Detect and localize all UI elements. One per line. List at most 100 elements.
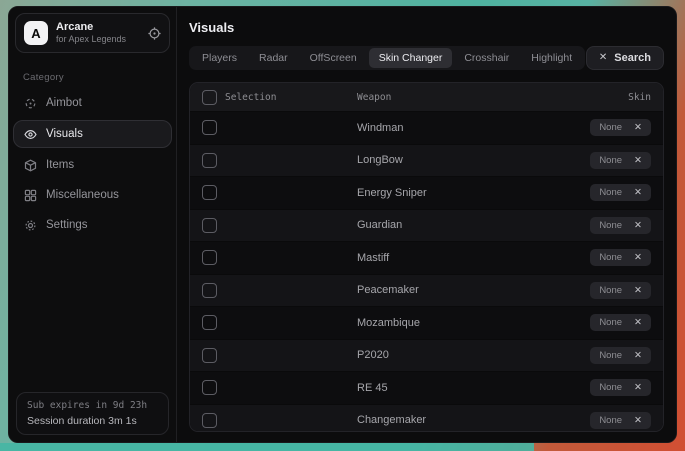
sidebar: A Arcane for Apex Legends Category Aimb (9, 7, 177, 442)
sub-expiry-text: Sub expires in 9d 23h (27, 400, 158, 411)
sidebar-item-label: Aimbot (46, 97, 82, 109)
skin-selector-badge[interactable]: None ✕ (590, 314, 651, 331)
skin-selector-badge[interactable]: None ✕ (590, 412, 651, 429)
skin-value: None (599, 285, 622, 296)
skin-changer-table: Selection Weapon Skin Windman None ✕ Lon… (189, 82, 664, 432)
skin-value: None (599, 252, 622, 263)
weapon-name: RE 45 (357, 382, 590, 394)
weapon-name: P2020 (357, 349, 590, 361)
tab-radar[interactable]: Radar (249, 48, 298, 68)
skin-selector-badge[interactable]: None ✕ (590, 217, 651, 234)
sidebar-item-label: Miscellaneous (46, 189, 119, 201)
skin-selector-badge[interactable]: None ✕ (590, 282, 651, 299)
search-button[interactable]: ✕ Search (586, 46, 664, 70)
weapon-name: Peacemaker (357, 284, 590, 296)
skin-selector-badge[interactable]: None ✕ (590, 152, 651, 169)
row-checkbox[interactable] (202, 185, 217, 200)
row-checkbox[interactable] (202, 120, 217, 135)
sidebar-item-settings[interactable]: Settings (13, 212, 172, 238)
app-header-card: A Arcane for Apex Legends (15, 13, 170, 53)
skin-value: None (599, 155, 622, 166)
column-header-weapon: Weapon (357, 92, 628, 103)
clear-skin-x-icon[interactable]: ✕ (634, 383, 642, 393)
sidebar-item-label: Settings (46, 219, 88, 231)
row-checkbox[interactable] (202, 250, 217, 265)
weapon-name: Changemaker (357, 414, 590, 426)
row-checkbox[interactable] (202, 153, 217, 168)
page-title: Visuals (189, 20, 664, 35)
table-row[interactable]: Energy Sniper None ✕ (190, 176, 663, 209)
search-button-label: Search (614, 52, 651, 64)
skin-value: None (599, 382, 622, 393)
skin-value: None (599, 122, 622, 133)
clear-skin-x-icon[interactable]: ✕ (634, 123, 642, 133)
weapon-name: Guardian (357, 219, 590, 231)
clear-skin-x-icon[interactable]: ✕ (634, 286, 642, 296)
app-title: Arcane (56, 21, 126, 35)
table-row[interactable]: RE 45 None ✕ (190, 371, 663, 404)
sidebar-spacer (9, 240, 176, 385)
sidebar-item-visuals[interactable]: Visuals (13, 120, 172, 148)
gear-icon (24, 219, 37, 232)
row-checkbox[interactable] (202, 315, 217, 330)
column-header-selection: Selection (225, 92, 357, 103)
weapon-name: LongBow (357, 154, 590, 166)
main-panel: Visuals PlayersRadarOffScreenSkin Change… (177, 7, 676, 442)
tab-players[interactable]: Players (192, 48, 247, 68)
eye-icon (24, 128, 37, 141)
table-header-row: Selection Weapon Skin (190, 83, 663, 111)
sidebar-item-miscellaneous[interactable]: Miscellaneous (13, 182, 172, 208)
weapon-name: Mastiff (357, 252, 590, 264)
skin-selector-badge[interactable]: None ✕ (590, 379, 651, 396)
table-row[interactable]: Peacemaker None ✕ (190, 274, 663, 307)
table-row[interactable]: Guardian None ✕ (190, 209, 663, 242)
sidebar-nav: Aimbot Visuals Items Miscellaneous Setti… (9, 88, 176, 240)
row-checkbox[interactable] (202, 380, 217, 395)
skin-selector-badge[interactable]: None ✕ (590, 119, 651, 136)
sidebar-item-items[interactable]: Items (13, 152, 172, 178)
table-row[interactable]: LongBow None ✕ (190, 144, 663, 177)
skin-value: None (599, 317, 622, 328)
weapon-name: Energy Sniper (357, 187, 590, 199)
tab-highlight[interactable]: Highlight (521, 48, 582, 68)
clear-skin-x-icon[interactable]: ✕ (634, 156, 642, 166)
skin-value: None (599, 350, 622, 361)
app-titles: Arcane for Apex Legends (56, 21, 126, 46)
target-scan-icon[interactable] (148, 27, 161, 40)
package-icon (24, 159, 37, 172)
skin-selector-badge[interactable]: None ✕ (590, 184, 651, 201)
skin-selector-badge[interactable]: None ✕ (590, 249, 651, 266)
row-checkbox[interactable] (202, 348, 217, 363)
clear-skin-x-icon[interactable]: ✕ (634, 318, 642, 328)
clear-skin-x-icon[interactable]: ✕ (634, 188, 642, 198)
sidebar-item-aimbot[interactable]: Aimbot (13, 90, 172, 116)
grid-icon (24, 189, 37, 202)
tab-offscreen[interactable]: OffScreen (300, 48, 367, 68)
row-checkbox[interactable] (202, 413, 217, 428)
row-checkbox[interactable] (202, 283, 217, 298)
table-row[interactable]: Mozambique None ✕ (190, 306, 663, 339)
table-body: Windman None ✕ LongBow None ✕ Energy Sni… (190, 111, 663, 432)
clear-skin-x-icon[interactable]: ✕ (634, 416, 642, 426)
category-label: Category (23, 72, 176, 83)
select-all-checkbox[interactable] (202, 90, 217, 105)
table-row[interactable]: P2020 None ✕ (190, 339, 663, 372)
skin-value: None (599, 187, 622, 198)
clear-skin-x-icon[interactable]: ✕ (634, 351, 642, 361)
table-row[interactable]: Windman None ✕ (190, 111, 663, 144)
clear-skin-x-icon[interactable]: ✕ (634, 221, 642, 231)
table-row[interactable]: Changemaker None ✕ (190, 404, 663, 433)
clear-skin-x-icon[interactable]: ✕ (634, 253, 642, 263)
session-duration-text: Session duration 3m 1s (27, 415, 158, 427)
skin-value: None (599, 220, 622, 231)
row-checkbox[interactable] (202, 218, 217, 233)
tab-strip: PlayersRadarOffScreenSkin ChangerCrossha… (189, 46, 585, 70)
tab-crosshair[interactable]: Crosshair (454, 48, 519, 68)
weapon-name: Windman (357, 122, 590, 134)
tab-skin-changer[interactable]: Skin Changer (369, 48, 453, 68)
skin-selector-badge[interactable]: None ✕ (590, 347, 651, 364)
table-row[interactable]: Mastiff None ✕ (190, 241, 663, 274)
arcane-app-window: A Arcane for Apex Legends Category Aimb (8, 6, 677, 443)
app-logo: A (24, 21, 48, 45)
crosshair-icon (24, 97, 37, 110)
